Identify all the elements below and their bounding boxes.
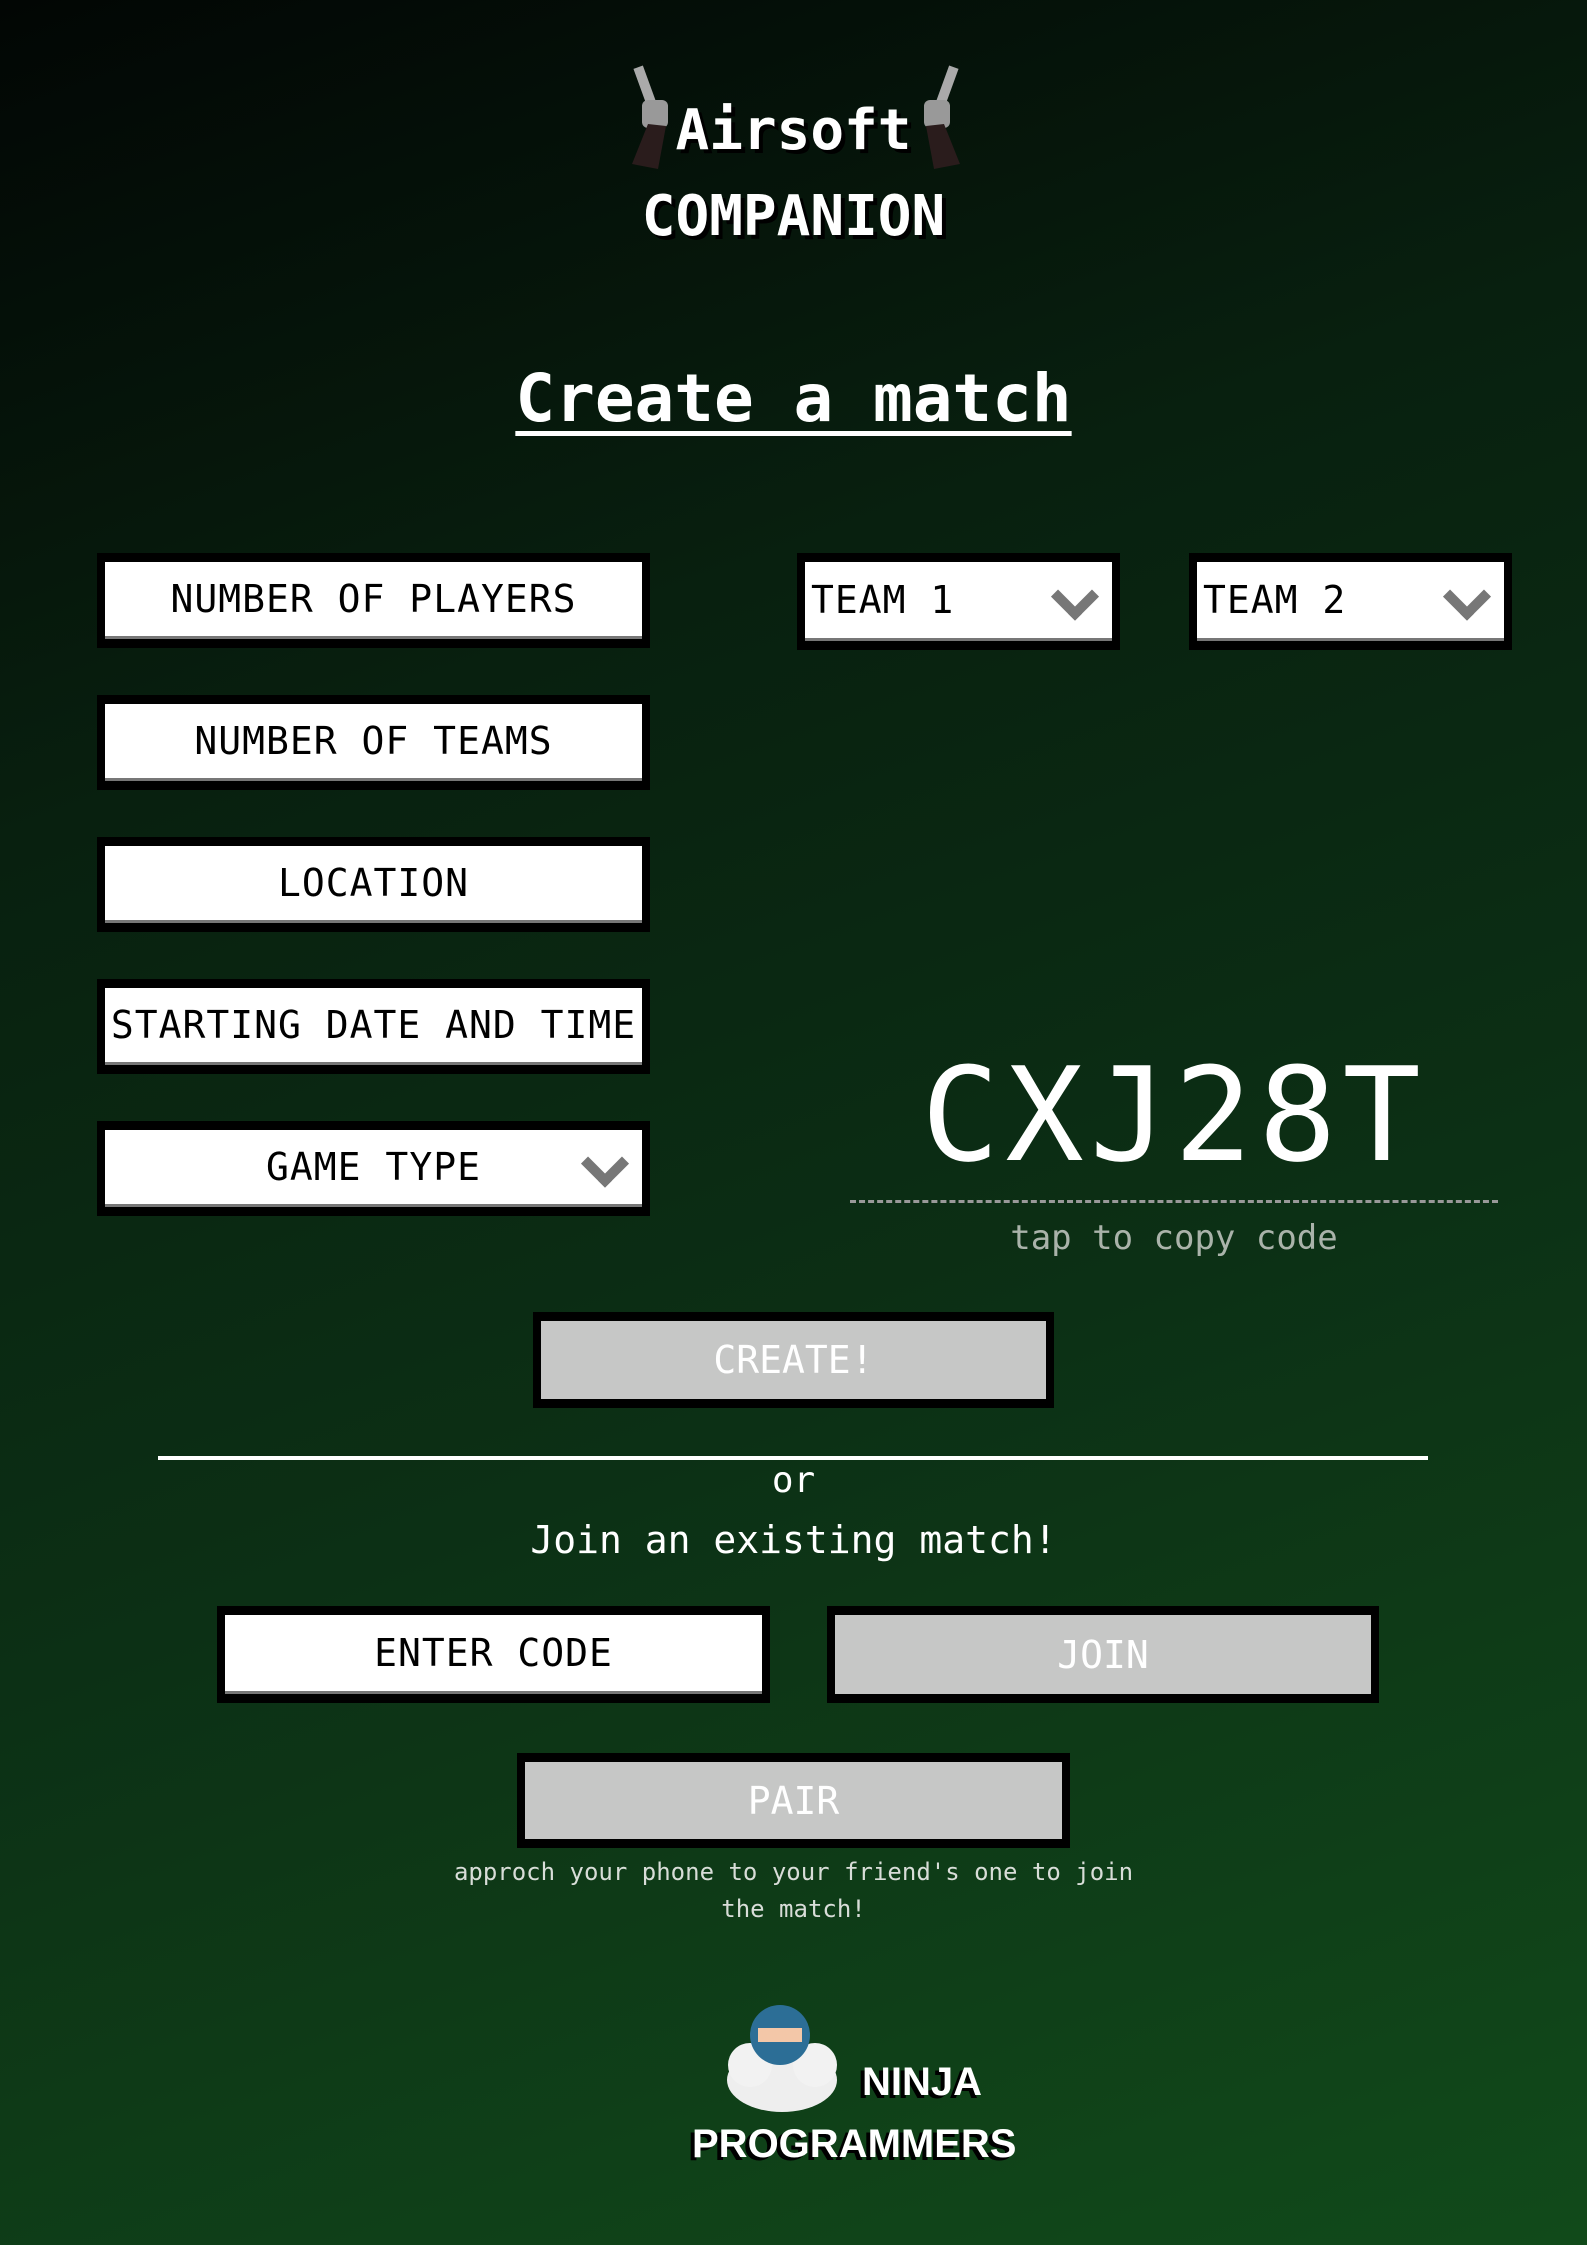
team1-label: TEAM 1 <box>811 578 955 622</box>
pair-button-label: PAIR <box>525 1762 1062 1839</box>
starting-date-time-placeholder: STARTING DATE AND TIME <box>105 988 642 1065</box>
starting-date-time-input[interactable]: STARTING DATE AND TIME <box>97 979 650 1074</box>
create-button-label: CREATE! <box>541 1321 1046 1399</box>
brand-line-1: NINJA <box>862 2060 983 2104</box>
ninja-logo-icon <box>725 2000 840 2115</box>
team1-select[interactable]: TEAM 1 <box>797 553 1120 650</box>
pair-hint-2: the match! <box>721 1895 866 1923</box>
pair-button[interactable]: PAIR <box>517 1753 1070 1848</box>
app-name: Airsoft <box>675 98 912 163</box>
number-of-players-input[interactable]: NUMBER OF PLAYERS <box>97 553 650 648</box>
chevron-down-icon <box>1050 572 1100 621</box>
team2-select[interactable]: TEAM 2 <box>1189 553 1512 650</box>
or-label: or <box>771 1460 816 1501</box>
code-divider <box>850 1200 1498 1203</box>
location-placeholder: LOCATION <box>105 846 642 923</box>
copy-code-hint[interactable]: tap to copy code <box>850 1218 1498 1258</box>
enter-code-input[interactable]: ENTER CODE <box>217 1606 770 1703</box>
chevron-down-icon <box>580 1139 630 1188</box>
team2-label: TEAM 2 <box>1203 578 1347 622</box>
chevron-down-icon <box>1442 572 1492 621</box>
pair-hint-1: approch your phone to your friend's one … <box>453 1858 1134 1886</box>
page-title-wrap: Create a match <box>0 360 1587 437</box>
match-code[interactable]: CXJ28T <box>850 1040 1498 1190</box>
number-of-players-placeholder: NUMBER OF PLAYERS <box>105 562 642 639</box>
page-title: Create a match <box>515 360 1072 437</box>
number-of-teams-placeholder: NUMBER OF TEAMS <box>105 704 642 781</box>
create-button[interactable]: CREATE! <box>533 1312 1054 1408</box>
number-of-teams-input[interactable]: NUMBER OF TEAMS <box>97 695 650 790</box>
join-button-label: JOIN <box>835 1615 1371 1694</box>
enter-code-placeholder: ENTER CODE <box>225 1615 762 1694</box>
join-button[interactable]: JOIN <box>827 1606 1379 1703</box>
app-subtitle: COMPANION <box>641 184 946 249</box>
location-input[interactable]: LOCATION <box>97 837 650 932</box>
game-type-select[interactable]: GAME TYPE <box>97 1121 650 1216</box>
brand-line-2: PROGRAMMERS <box>692 2122 1017 2166</box>
join-heading: Join an existing match! <box>530 1518 1057 1562</box>
game-type-label: GAME TYPE <box>266 1145 481 1189</box>
